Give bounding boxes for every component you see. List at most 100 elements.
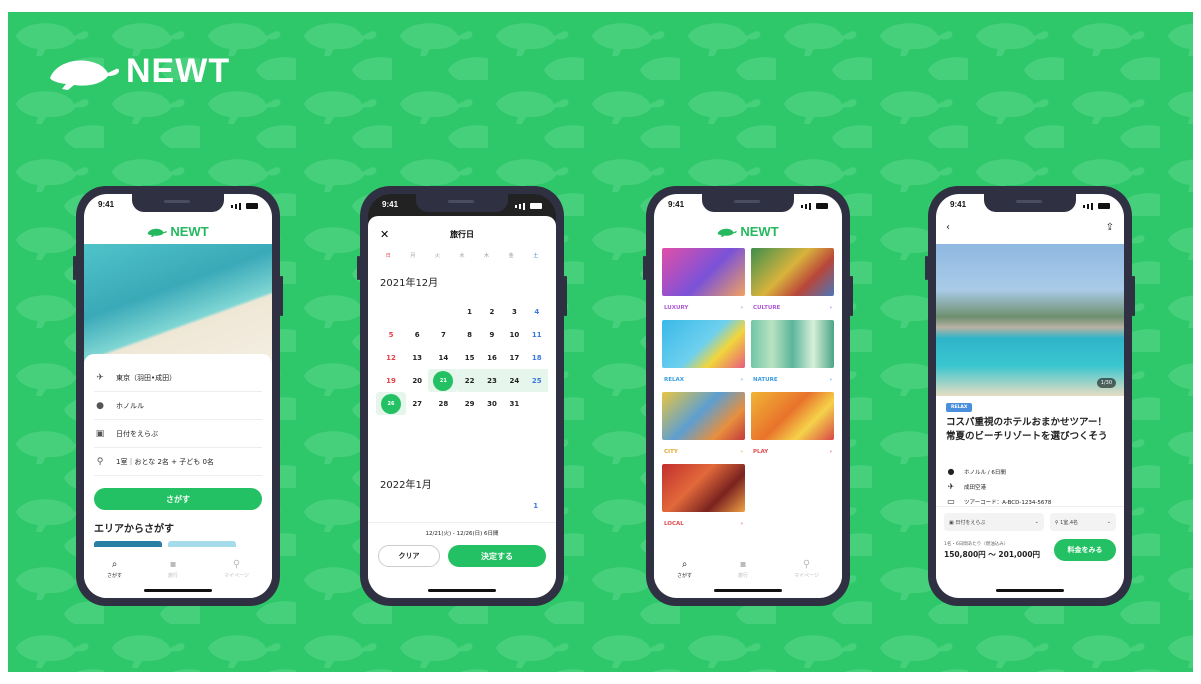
category-tile-luxury[interactable]: LUXURY › — [662, 248, 745, 320]
category-tile-nature[interactable]: NATURE › — [751, 320, 834, 392]
waikiki-hero-image[interactable]: 1/30 — [936, 244, 1124, 396]
area-section-title: エリアからさがす — [94, 524, 174, 535]
calendar-day[interactable]: 1 — [458, 300, 480, 323]
calendar-grid-dec: 1 2 3 4 5 6 7 8 9 10 11 12 13 14 15 16 17 18 19 20 21 22 23 24 2… — [376, 300, 548, 415]
clear-button[interactable]: クリア — [378, 545, 440, 567]
date-field[interactable]: ▣ 日付をえらぶ — [94, 420, 262, 448]
category-tile-local[interactable]: LOCAL › — [662, 464, 745, 536]
close-icon[interactable]: ✕ — [380, 228, 389, 241]
calendar-day[interactable]: 17 — [503, 346, 525, 369]
photo-counter: 1/30 — [1096, 378, 1116, 388]
home-indicator — [996, 589, 1064, 592]
calendar-day[interactable]: 5 — [376, 323, 406, 346]
calendar-day[interactable]: 16 — [481, 346, 503, 369]
calendar-day[interactable]: 28 — [428, 392, 458, 415]
calendar-day[interactable]: 3 — [503, 300, 525, 323]
app-logo-text: NEWT — [170, 224, 209, 239]
signal-wifi-battery-icon — [801, 200, 828, 212]
month-title-dec: 2021年12月 — [380, 278, 439, 289]
chevron-down-icon: ⌄ — [1106, 519, 1111, 525]
calendar-day[interactable]: 8 — [458, 323, 480, 346]
calendar-day[interactable]: 6 — [406, 323, 428, 346]
calendar-empty-cell — [474, 494, 499, 517]
app-logo: NEWT — [84, 224, 272, 239]
user-icon: ⚲ — [232, 558, 241, 570]
calendar-day[interactable]: 14 — [428, 346, 458, 369]
calendar-day[interactable]: 15 — [458, 346, 480, 369]
calendar-day[interactable]: 26 — [376, 392, 406, 415]
tab-mypage[interactable]: ⚲ マイページ — [224, 558, 249, 579]
people-select[interactable]: ⚲ 1室,4名 ⌄ — [1049, 513, 1116, 531]
calendar-day[interactable]: 4 — [526, 300, 548, 323]
view-price-button[interactable]: 料金をみる — [1054, 539, 1116, 561]
category-tile-play[interactable]: PLAY › — [751, 392, 834, 464]
category-tile-culture[interactable]: CULTURE › — [751, 248, 834, 320]
tab-trips[interactable]: ▪ 旅行 — [168, 559, 178, 579]
calendar-day[interactable]: 24 — [503, 369, 526, 392]
calendar-day[interactable]: 31 — [503, 392, 525, 415]
calendar-day[interactable]: 23 — [480, 369, 504, 392]
code-icon: ▭ — [947, 497, 955, 506]
guests-field[interactable]: ⚲ 1室｜おとな 2名 + 子ども 0名 — [94, 448, 262, 476]
turtle-logo-icon — [50, 59, 120, 90]
confirm-button[interactable]: 決定する — [448, 545, 546, 567]
tab-search[interactable]: ⌕ さがす — [107, 559, 122, 579]
status-time: 9:41 — [668, 200, 685, 209]
brand-name: NEWT — [126, 52, 231, 90]
app-logo: NEWT — [654, 224, 842, 239]
share-icon[interactable]: ⇪ — [1106, 222, 1114, 233]
calendar-day[interactable]: 25 — [525, 369, 548, 392]
weekday-row: 日月火水木金土 — [376, 252, 548, 259]
calendar-day[interactable]: 30 — [481, 392, 503, 415]
calendar-day[interactable]: 18 — [526, 346, 548, 369]
departure-field[interactable]: ✈ 東京（羽田•成田） — [94, 364, 262, 392]
calendar-day[interactable]: 11 — [526, 323, 548, 346]
category-tile-relax[interactable]: RELAX › — [662, 320, 745, 392]
chevron-right-icon: › — [740, 305, 743, 311]
category-label: RELAX — [664, 377, 684, 383]
back-chevron-icon[interactable]: ‹ — [946, 222, 950, 233]
calendar-day[interactable]: 29 — [458, 392, 480, 415]
weekday-label: 土 — [533, 253, 539, 259]
calendar-day[interactable]: 19 — [376, 369, 406, 392]
calendar-day[interactable]: 10 — [503, 323, 525, 346]
booking-bar: ▣ 日付をえらぶ ⌄ ⚲ 1室,4名 ⌄ 1名・6日間あたり（燃油込み） 150,8… — [936, 506, 1124, 584]
tab-search[interactable]: ⌕ さがす — [677, 559, 692, 579]
area-card[interactable] — [94, 541, 162, 547]
tour-title: コスパ重視のホテルおまかせツアー！常夏のビーチリゾートを選びつくそう — [946, 417, 1108, 442]
category-tile-city[interactable]: CITY › — [662, 392, 745, 464]
calendar-day[interactable]: 21 — [428, 369, 459, 392]
area-card[interactable] — [168, 541, 236, 547]
app-logo-text: NEWT — [740, 224, 779, 239]
calendar-day[interactable]: 22 — [458, 369, 481, 392]
calendar-day[interactable]: 9 — [481, 323, 503, 346]
tab-trips[interactable]: ▪ 旅行 — [738, 559, 748, 579]
calendar-day[interactable]: 1 — [523, 494, 548, 517]
selected-range: 12/21(火) - 12/26(日) 6日間 — [425, 531, 499, 537]
search-button[interactable]: さがす — [94, 488, 262, 510]
calendar-day[interactable]: 13 — [406, 346, 428, 369]
chevron-right-icon: › — [829, 449, 832, 455]
beach-hero-image — [84, 244, 272, 362]
calendar-day[interactable]: 2 — [481, 300, 503, 323]
calendar-day[interactable]: 12 — [376, 346, 406, 369]
destination-field[interactable]: ● ホノルル — [94, 392, 262, 420]
meta-destination: ● ホノルル / 6日間 — [947, 467, 1006, 476]
tab-mypage[interactable]: ⚲ マイページ — [794, 559, 819, 579]
status-bar: 9:41 — [98, 200, 258, 212]
chevron-right-icon: › — [829, 377, 832, 383]
tab-bar: ⌕ さがす ▪ 旅行 ⚲ マイページ — [654, 554, 842, 584]
signal-wifi-battery-icon — [231, 200, 258, 212]
calendar-day[interactable]: 27 — [406, 392, 428, 415]
category-label: CITY — [664, 449, 678, 455]
category-label-row: RELAX › — [662, 368, 745, 392]
calendar-day[interactable]: 20 — [406, 369, 428, 392]
status-bar: 9:41 — [382, 200, 542, 212]
calendar-title: 旅行日 — [450, 229, 474, 239]
plane-icon: ✈ — [96, 372, 104, 383]
date-select[interactable]: ▣ 日付をえらぶ ⌄ — [944, 513, 1044, 531]
home-indicator — [144, 589, 212, 592]
price-range: 150,800円 〜 201,000円 — [944, 549, 1041, 559]
chevron-right-icon: › — [740, 521, 743, 527]
calendar-day[interactable]: 7 — [428, 323, 458, 346]
